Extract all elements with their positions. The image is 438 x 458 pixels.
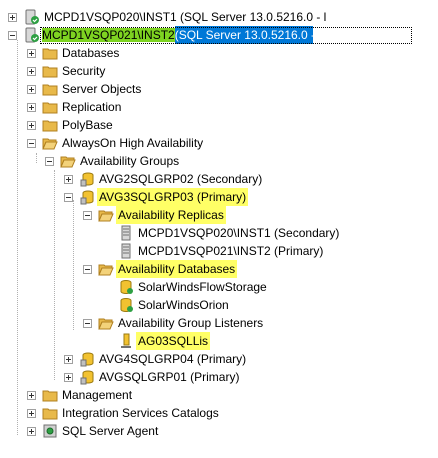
tree-node-security[interactable]: Security — [0, 62, 300, 80]
databases-label: Databases — [62, 46, 120, 60]
tree-node-availability-databases[interactable]: Availability Databases — [0, 260, 300, 278]
folder-open-icon — [98, 264, 114, 276]
avg4-label: AVG4SQLGRP04 (Primary) — [99, 352, 247, 366]
collapse-toggle[interactable] — [83, 265, 92, 274]
tree-node-db1[interactable]: SolarWindsFlowStorage — [0, 278, 300, 296]
availability-databases-label: Availability Databases — [116, 260, 238, 278]
expand-toggle[interactable] — [27, 49, 36, 58]
listener1-label: AG03SQLLis — [136, 332, 211, 350]
tree-node-avg2[interactable]: AVG2SQLGRP02 (Secondary) — [0, 170, 300, 188]
tree-node-listeners[interactable]: Availability Group Listeners — [0, 314, 300, 332]
expand-toggle[interactable] — [27, 67, 36, 76]
availability-groups-label: Availability Groups — [80, 154, 180, 168]
server-connected-icon — [25, 9, 39, 25]
db2-label: SolarWindsOrion — [138, 298, 229, 312]
tree-node-server-objects[interactable]: Server Objects — [0, 80, 300, 98]
collapse-toggle[interactable] — [83, 211, 92, 220]
integration-services-label: Integration Services Catalogs — [62, 406, 219, 420]
management-label: Management — [62, 388, 133, 402]
expand-toggle[interactable] — [8, 13, 17, 22]
availability-group-icon — [80, 172, 94, 187]
server-replica-icon — [121, 243, 131, 259]
avg1-label: AVGSQLGRP01 (Primary) — [99, 370, 240, 384]
tree-node-alwayson[interactable]: AlwaysOn High Availability — [0, 134, 300, 152]
tree-node-avg4[interactable]: AVG4SQLGRP04 (Primary) — [0, 350, 300, 368]
tree-node-integration-services[interactable]: Integration Services Catalogs — [0, 404, 300, 422]
server1-name: MCPD1VSQP020\INST1 (SQL Server 13.0.5216… — [44, 10, 327, 24]
folder-icon — [42, 102, 58, 114]
availability-group-icon — [80, 352, 94, 367]
sql-agent-label: SQL Server Agent — [62, 424, 159, 438]
replication-label: Replication — [62, 100, 122, 114]
expand-toggle[interactable] — [64, 175, 73, 184]
listeners-label: Availability Group Listeners — [118, 316, 264, 330]
collapse-toggle[interactable] — [8, 31, 17, 40]
expand-toggle[interactable] — [64, 373, 73, 382]
tree-node-avg3[interactable]: AVG3SQLGRP03 (Primary) — [0, 188, 300, 206]
tree-node-listener1[interactable]: AG03SQLLis — [0, 332, 300, 350]
tree-node-server1[interactable]: MCPD1VSQP020\INST1 (SQL Server 13.0.5216… — [0, 8, 438, 26]
availability-replicas-label: Availability Replicas — [116, 206, 226, 224]
tree-node-db2[interactable]: SolarWindsOrion — [0, 296, 300, 314]
tree-node-server2[interactable]: MCPD1VSQP021\INST2 (SQL Server 13.0.5216… — [0, 26, 438, 44]
tree-node-polybase[interactable]: PolyBase — [0, 116, 300, 134]
tree-node-availability-replicas[interactable]: Availability Replicas — [0, 206, 300, 224]
tree-node-databases[interactable]: Databases — [0, 44, 300, 62]
tree-node-replication[interactable]: Replication — [0, 98, 300, 116]
server-connected-icon — [25, 27, 39, 43]
folder-open-icon — [42, 138, 58, 150]
tree-node-replica2[interactable]: MCPD1VSQP021\INST2 (Primary) — [0, 242, 323, 260]
security-label: Security — [62, 64, 106, 78]
server-replica-icon — [121, 225, 131, 241]
sql-agent-icon — [43, 424, 57, 438]
folder-open-icon — [98, 318, 114, 330]
tree-node-management[interactable]: Management — [0, 386, 300, 404]
expand-toggle[interactable] — [27, 121, 36, 130]
expand-toggle[interactable] — [27, 103, 36, 112]
tree-node-sql-agent[interactable]: SQL Server Agent — [0, 422, 300, 440]
folder-icon — [42, 66, 58, 78]
db1-label: SolarWindsFlowStorage — [138, 280, 267, 294]
tree-node-replica1[interactable]: MCPD1VSQP020\INST1 (Secondary) — [0, 224, 339, 242]
folder-open-icon — [98, 210, 114, 222]
alwayson-label: AlwaysOn High Availability — [62, 136, 204, 150]
tree-node-availability-groups[interactable]: Availability Groups — [0, 152, 300, 170]
collapse-toggle[interactable] — [83, 319, 92, 328]
folder-icon — [42, 120, 58, 132]
folder-icon — [42, 390, 58, 402]
selection-focus-box — [40, 27, 412, 44]
tree-node-avg1[interactable]: AVGSQLGRP01 (Primary) — [0, 368, 300, 386]
folder-icon — [42, 408, 58, 420]
folder-icon — [42, 84, 58, 96]
collapse-toggle[interactable] — [27, 139, 36, 148]
expand-toggle[interactable] — [27, 427, 36, 436]
listener-icon — [121, 333, 131, 348]
expand-toggle[interactable] — [27, 409, 36, 418]
expand-toggle[interactable] — [64, 355, 73, 364]
collapse-toggle[interactable] — [64, 193, 73, 202]
replica2-label: MCPD1VSQP021\INST2 (Primary) — [138, 244, 324, 258]
server-objects-label: Server Objects — [62, 82, 142, 96]
expand-toggle[interactable] — [27, 391, 36, 400]
expand-toggle[interactable] — [27, 85, 36, 94]
database-sync-icon — [120, 298, 133, 313]
database-sync-icon — [120, 280, 133, 295]
availability-group-icon — [80, 370, 94, 385]
collapse-toggle[interactable] — [45, 157, 54, 166]
folder-icon — [42, 48, 58, 60]
replica1-label: MCPD1VSQP020\INST1 (Secondary) — [138, 226, 340, 240]
polybase-label: PolyBase — [62, 118, 113, 132]
avg2-label: AVG2SQLGRP02 (Secondary) — [99, 172, 263, 186]
availability-group-icon — [80, 190, 94, 205]
avg3-label: AVG3SQLGRP03 (Primary) — [97, 188, 249, 206]
folder-open-icon — [60, 156, 76, 168]
